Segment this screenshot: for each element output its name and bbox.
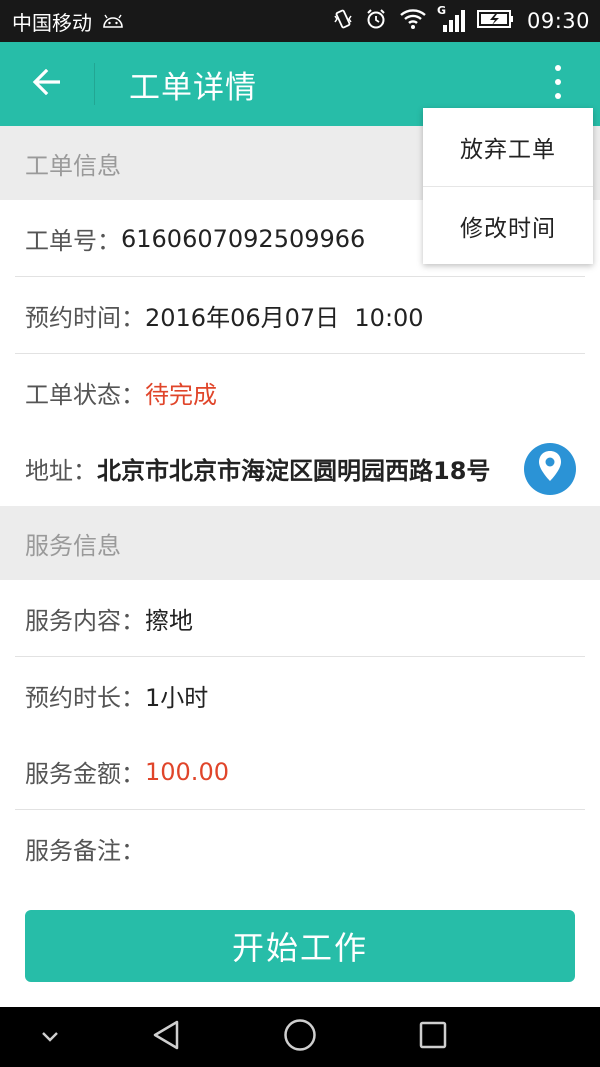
service-duration-value: 1小时 [145, 684, 209, 712]
chevron-down-icon [40, 1028, 60, 1047]
service-note-row: 服务备注： [0, 810, 600, 886]
service-amount-row: 服务金额： 100.00 [0, 733, 600, 810]
appointment-time-row: 预约时间： 2016年06月07日 10:00 [0, 277, 600, 354]
order-status-row: 工单状态： 待完成 [0, 354, 600, 431]
address-row: 地址： 北京市北京市海淀区圆明园西路18号 [0, 430, 600, 506]
vibrate-icon [333, 8, 353, 35]
arrow-left-icon [32, 68, 62, 99]
address-label: 地址： [25, 456, 97, 485]
order-status-value: 待完成 [145, 381, 217, 409]
overflow-menu: 放弃工单 修改时间 [423, 108, 593, 264]
service-content-label: 服务内容： [25, 607, 145, 635]
start-work-button[interactable]: 开始工作 [25, 910, 575, 982]
home-circle-icon [283, 1018, 317, 1056]
battery-icon [476, 9, 515, 34]
alarm-icon [365, 8, 387, 35]
service-content-value: 擦地 [145, 607, 193, 635]
service-duration-label: 预约时长： [25, 684, 145, 712]
menu-item-abandon-order[interactable]: 放弃工单 [423, 108, 593, 186]
network-badge: G [436, 4, 446, 17]
service-amount-value: 100.00 [145, 757, 229, 786]
menu-item-label: 修改时间 [460, 216, 556, 242]
service-content-row: 服务内容： 擦地 [0, 580, 600, 657]
start-work-label: 开始工作 [231, 929, 368, 967]
menu-item-label: 放弃工单 [460, 137, 556, 163]
recents-square-icon [419, 1021, 447, 1053]
location-button[interactable] [524, 443, 576, 495]
service-amount-label: 服务金额： [25, 760, 145, 788]
signal-icon: G [437, 4, 465, 32]
service-info-header: 服务信息 [0, 506, 600, 580]
android-icon [102, 9, 124, 33]
order-number-label: 工单号： [25, 227, 121, 255]
wifi-icon [399, 8, 427, 35]
more-vertical-icon [554, 64, 562, 104]
order-info-header-label: 工单信息 [25, 151, 121, 180]
service-note-label: 服务备注： [25, 836, 145, 865]
back-button[interactable] [0, 42, 94, 126]
carrier-name: 中国移动 [12, 10, 92, 35]
bottom-action-area: 开始工作 [0, 886, 600, 1007]
service-duration-row: 预约时长： 1小时 [0, 657, 600, 734]
order-status-label: 工单状态： [25, 381, 145, 409]
status-bar: 中国移动 G 09:30 [0, 0, 600, 42]
service-info-header-label: 服务信息 [25, 531, 121, 560]
appointment-time-value: 2016年06月07日 10:00 [145, 304, 424, 332]
nav-back-button[interactable] [136, 1007, 196, 1067]
page-title: 工单详情 [129, 69, 257, 106]
order-number-value: 6160607092509966 [121, 224, 366, 253]
back-triangle-icon [152, 1019, 180, 1055]
nav-recents-button[interactable] [403, 1007, 463, 1067]
location-pin-icon [537, 450, 563, 488]
system-nav-bar [0, 1007, 600, 1067]
appointment-time-label: 预约时间： [25, 304, 145, 332]
menu-item-modify-time[interactable]: 修改时间 [423, 186, 593, 265]
clock-time: 09:30 [526, 9, 590, 33]
app-bar-divider [94, 63, 95, 105]
hide-nav-button[interactable] [20, 1007, 80, 1067]
address-value: 北京市北京市海淀区圆明园西路18号 [97, 456, 491, 485]
nav-home-button[interactable] [270, 1007, 330, 1067]
